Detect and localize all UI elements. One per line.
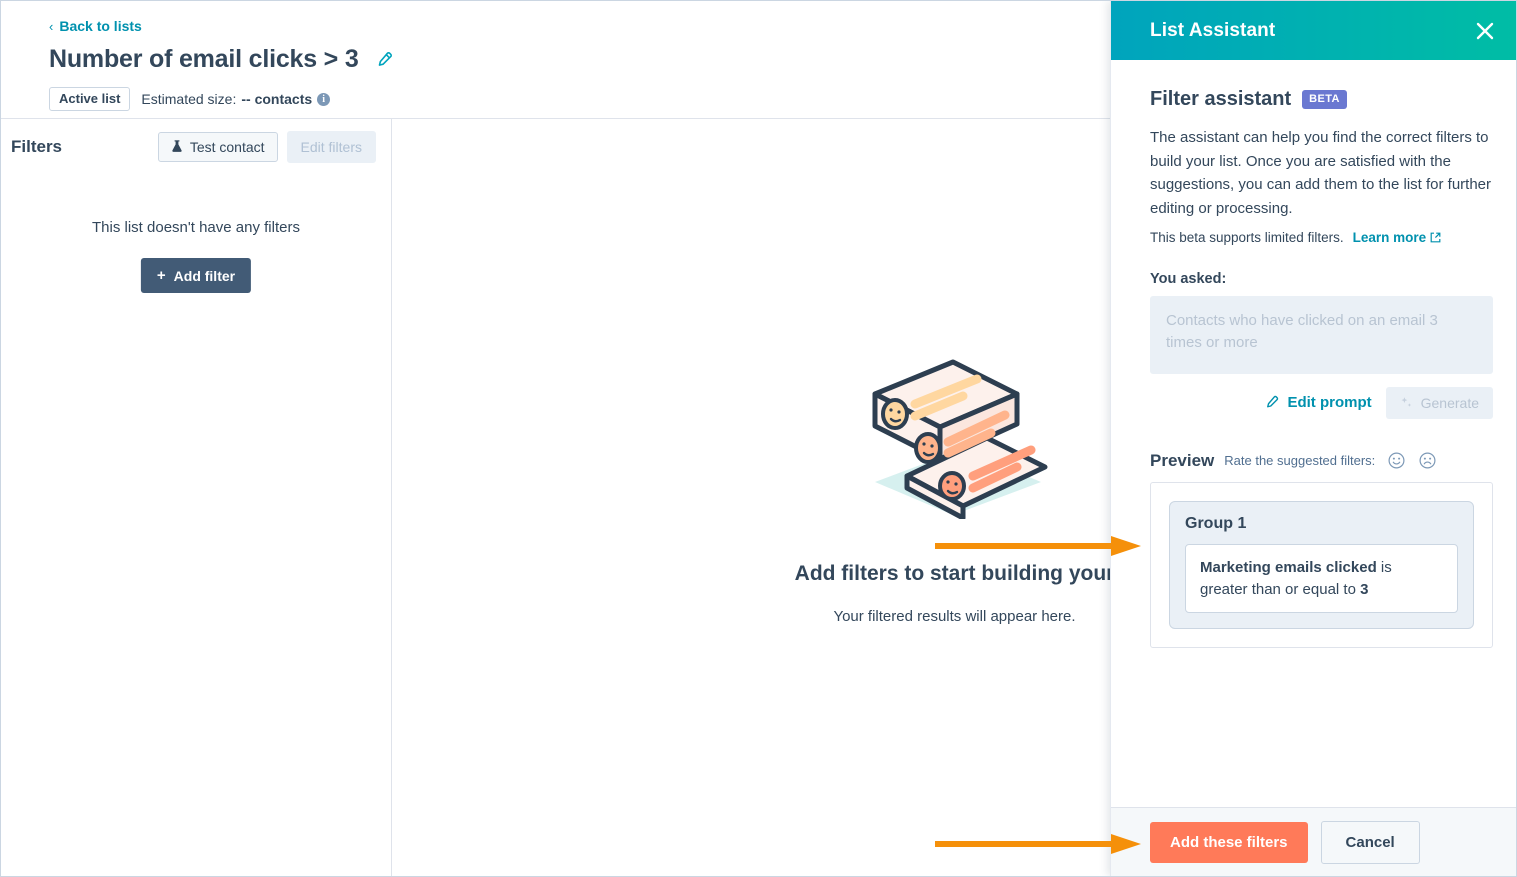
page-title: Number of email clicks > 3 (49, 45, 359, 73)
edit-prompt-label: Edit prompt (1287, 394, 1372, 412)
preview-heading: Preview (1150, 450, 1215, 470)
test-contact-label: Test contact (189, 138, 265, 155)
no-filters-message: This list doesn't have any filters (92, 219, 300, 236)
list-editor-screen: ‹ Back to lists Number of email clicks >… (0, 0, 1517, 877)
generate-button[interactable]: Generate (1385, 386, 1493, 419)
add-these-filters-button[interactable]: Add these filters (1150, 821, 1308, 863)
test-contact-button[interactable]: Test contact (157, 131, 278, 162)
you-asked-label: You asked: (1150, 270, 1227, 287)
assistant-footer: Add these filters Cancel (1111, 807, 1516, 876)
edit-filters-button[interactable]: Edit filters (286, 130, 376, 163)
close-icon[interactable] (1474, 20, 1496, 42)
learn-more-link[interactable]: Learn more (1353, 230, 1442, 245)
generate-label: Generate (1420, 394, 1479, 411)
filter-property: Marketing emails clicked (1200, 558, 1377, 576)
rate-filters-label: Rate the suggested filters: (1224, 453, 1376, 469)
estimated-size: Estimated size: -- contacts i (141, 91, 331, 107)
filter-value: 3 (1360, 580, 1369, 598)
back-to-lists-link[interactable]: ‹ Back to lists (49, 18, 142, 34)
rating-buttons (1388, 452, 1436, 469)
suggested-filter-row[interactable]: Marketing emails clicked is greater than… (1185, 543, 1458, 614)
sparkles-icon (1400, 396, 1414, 410)
preview-row: Preview Rate the suggested filters: (1150, 451, 1493, 471)
assistant-title: List Assistant (1150, 19, 1276, 41)
flask-icon (171, 140, 183, 153)
beta-badge: BETA (1302, 90, 1347, 109)
list-assistant-panel: List Assistant Filter assistant BETA The… (1110, 1, 1516, 876)
preview-box: Group 1 Marketing emails clicked is grea… (1150, 481, 1493, 649)
prompt-actions: Edit prompt Generate (1150, 386, 1493, 419)
external-link-icon (1430, 232, 1441, 243)
info-icon[interactable]: i (317, 92, 331, 106)
pencil-icon (1264, 395, 1279, 410)
filter-assistant-heading: Filter assistant (1150, 88, 1292, 110)
filter-group-title: Group 1 (1185, 514, 1247, 532)
chevron-left-icon: ‹ (49, 18, 54, 34)
plus-icon: + (156, 267, 166, 284)
assistant-header: List Assistant (1111, 1, 1516, 60)
cancel-button[interactable]: Cancel (1320, 820, 1420, 864)
edit-prompt-button[interactable]: Edit prompt (1262, 390, 1373, 415)
filter-group-card[interactable]: Group 1 Marketing emails clicked is grea… (1169, 500, 1474, 630)
beta-note-text: This beta supports limited filters. (1150, 229, 1344, 245)
list-title-row: Number of email clicks > 3 (49, 45, 393, 74)
status-badge[interactable]: Active list (49, 87, 131, 111)
sad-face-icon[interactable] (1419, 452, 1436, 469)
assistant-description: The assistant can help you find the corr… (1150, 129, 1492, 218)
happy-face-icon[interactable] (1388, 452, 1405, 469)
assistant-body: Filter assistant BETA The assistant can … (1111, 60, 1516, 807)
pencil-icon[interactable] (375, 51, 393, 69)
add-filter-button[interactable]: + Add filter (140, 258, 252, 293)
add-filter-label: Add filter (173, 267, 236, 284)
filters-panel-header: Filters Test contact Edit filters (1, 119, 391, 174)
learn-more-label: Learn more (1352, 229, 1427, 245)
back-to-lists-label: Back to lists (59, 18, 142, 34)
filter-assistant-title-row: Filter assistant BETA (1150, 88, 1493, 111)
filters-panel-actions: Test contact Edit filters (157, 130, 376, 163)
estimated-size-value: -- contacts (241, 91, 313, 107)
filters-panel: Filters Test contact Edit filters This l… (1, 119, 392, 876)
estimated-size-label: Estimated size: (141, 91, 237, 107)
prompt-input[interactable]: Contacts who have clicked on an email 3 … (1150, 295, 1493, 374)
filters-heading: Filters (11, 136, 63, 156)
beta-note: This beta supports limited filters. Lear… (1150, 230, 1493, 245)
list-meta-row: Active list Estimated size: -- contacts … (49, 87, 331, 111)
